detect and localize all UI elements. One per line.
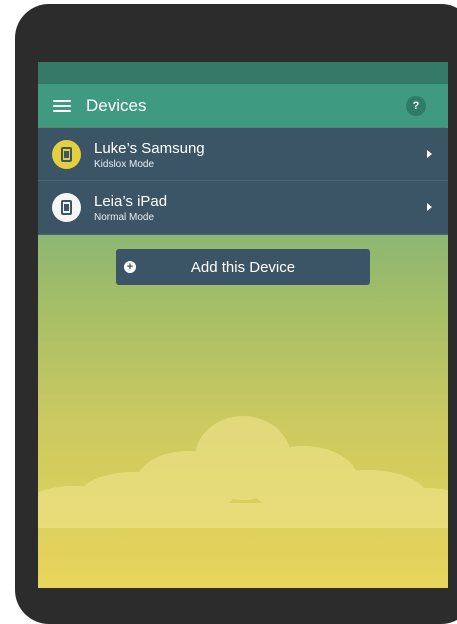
tablet-icon (52, 193, 81, 222)
device-mode: Normal Mode (94, 212, 155, 223)
chevron-right-icon (427, 150, 432, 158)
chevron-right-icon (427, 203, 432, 211)
add-device-button[interactable]: + Add this Device (116, 249, 370, 285)
cloud-illustration (38, 416, 448, 528)
device-row-leias-ipad[interactable]: Leia’s iPad Normal Mode (38, 181, 448, 235)
device-list: Luke’s Samsung Kidslox Mode Leia’s iPad … (38, 128, 448, 235)
device-mode: Kidslox Mode (94, 159, 155, 170)
phone-icon (52, 140, 81, 169)
device-name: Leia’s iPad (94, 193, 168, 210)
device-name: Luke’s Samsung (94, 140, 205, 157)
app-screen: Devices ? Luke’s Samsung Kidslox Mode Le… (38, 62, 448, 588)
device-row-lukes-samsung[interactable]: Luke’s Samsung Kidslox Mode (38, 128, 448, 181)
add-device-label: Add this Device (190, 259, 296, 276)
help-button[interactable]: ? (406, 96, 426, 116)
page-title: Devices (86, 95, 147, 115)
status-bar (38, 62, 448, 84)
menu-icon[interactable] (53, 99, 71, 112)
app-bar: Devices ? (38, 84, 448, 127)
